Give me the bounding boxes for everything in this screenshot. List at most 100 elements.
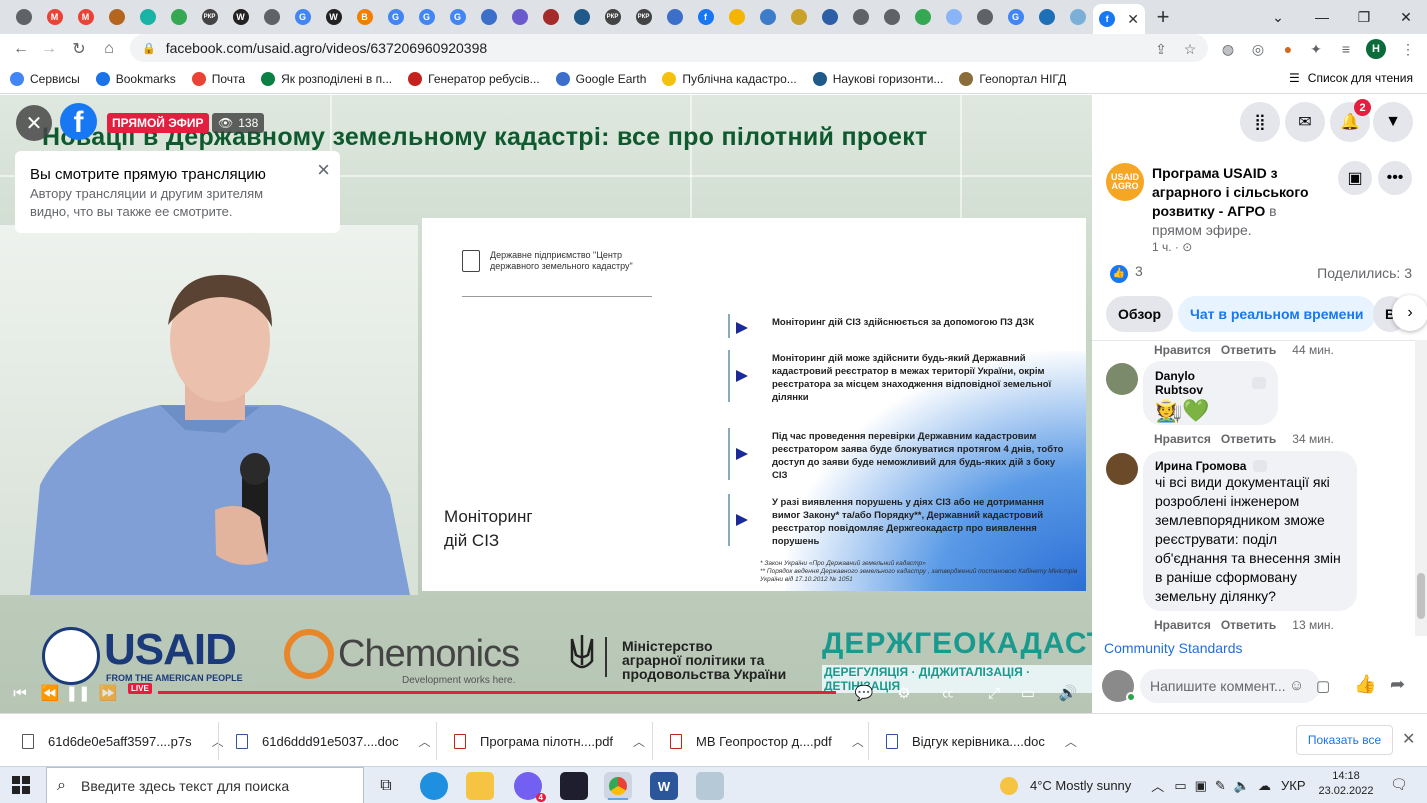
browser-tab[interactable]	[814, 0, 845, 34]
browser-tab[interactable]: W	[318, 0, 349, 34]
messenger-button[interactable]: ✉	[1285, 102, 1325, 142]
community-standards-link[interactable]: Community Standards	[1104, 640, 1243, 656]
like-comment-button[interactable]: Нравится	[1154, 343, 1211, 357]
address-bar[interactable]: 🔒 facebook.com/usaid.agro/videos/6372069…	[130, 34, 1208, 62]
browser-tab[interactable]: G	[442, 0, 473, 34]
taskbar-search[interactable]: ⌕ Введите здесь текст для поиска	[46, 767, 364, 803]
close-window-button[interactable]: ✕	[1384, 0, 1427, 34]
like-comment-button[interactable]: Нравится	[1154, 432, 1211, 446]
browser-tab[interactable]	[938, 0, 969, 34]
browser-tab[interactable]: G	[380, 0, 411, 34]
bookmark-item[interactable]: Генератор ребусів...	[408, 71, 540, 86]
like-comment-button[interactable]: Нравится	[1154, 618, 1211, 632]
video-player[interactable]: Новації в Державному земельному кадастрі…	[0, 95, 1092, 713]
browser-tab[interactable]	[504, 0, 535, 34]
page-avatar[interactable]: USAID AGRO	[1106, 163, 1144, 201]
browser-tab[interactable]: M	[70, 0, 101, 34]
browser-tab[interactable]	[969, 0, 1000, 34]
onedrive-icon[interactable]: ☁	[1258, 778, 1271, 794]
chevron-up-icon[interactable]: ︿	[852, 733, 864, 750]
like-button[interactable]: 👍	[1354, 674, 1376, 695]
download-item[interactable]: Відгук керівника....doc ︿	[886, 727, 1077, 755]
cookie-icon[interactable]: ●	[1278, 39, 1298, 59]
browser-tab[interactable]	[907, 0, 938, 34]
active-browser-tab[interactable]: f ✕	[1093, 4, 1145, 34]
fullscreen-button[interactable]: ⤢	[982, 681, 1006, 705]
browser-tab[interactable]	[473, 0, 504, 34]
close-downloads-button[interactable]: ✕	[1402, 729, 1415, 749]
network-icon[interactable]: ▣	[1195, 778, 1207, 794]
avatar[interactable]	[1106, 453, 1138, 485]
chevron-up-icon[interactable]: ︿	[419, 733, 431, 750]
pip-button[interactable]: ▭	[1016, 681, 1040, 705]
browser-tab[interactable]: G	[287, 0, 318, 34]
share-button[interactable]: ➦	[1390, 674, 1405, 695]
download-item[interactable]: 61d6ddd91e5037....doc ︿	[236, 727, 431, 755]
progress-bar[interactable]	[158, 691, 836, 694]
tab-overview[interactable]: Обзор	[1106, 296, 1174, 332]
more-options-button[interactable]: •••	[1378, 161, 1412, 195]
bookmark-item[interactable]: Як розподілені в п...	[261, 71, 392, 86]
media-controls-icon[interactable]: ≡	[1336, 39, 1356, 59]
browser-tab[interactable]	[783, 0, 814, 34]
clock[interactable]: 14:18 23.02.2022	[1316, 769, 1376, 799]
minimize-button[interactable]: —	[1300, 0, 1344, 34]
avatar[interactable]	[1106, 363, 1138, 395]
notification-center-button[interactable]: 🗨	[1390, 776, 1408, 793]
reload-button[interactable]: ↻	[64, 34, 94, 64]
chrome-taskbar-icon[interactable]	[604, 772, 632, 800]
task-view-button[interactable]: ⧉	[372, 772, 400, 800]
reply-button[interactable]: Ответить	[1221, 618, 1276, 632]
browser-tab[interactable]: G	[411, 0, 442, 34]
account-button[interactable]: ▼	[1373, 102, 1413, 142]
browser-tab[interactable]	[101, 0, 132, 34]
app-taskbar-icon[interactable]	[696, 772, 724, 800]
back-button[interactable]: ←	[6, 34, 36, 64]
volume-button[interactable]: 🔊	[1056, 681, 1080, 705]
download-item[interactable]: МВ Геопростор д....pdf ︿	[670, 727, 864, 755]
weather-icon[interactable]	[1000, 776, 1018, 795]
pause-button[interactable]: ❚❚	[65, 681, 90, 705]
extension-icon[interactable]: ◎	[1248, 39, 1268, 59]
profile-avatar[interactable]: Н	[1366, 39, 1386, 59]
pen-icon[interactable]: ✎	[1215, 778, 1226, 794]
skip-back-button[interactable]: ⏮	[8, 681, 32, 705]
close-video-button[interactable]: ✕	[16, 105, 52, 141]
shares-count[interactable]: Поделились: 3	[1317, 265, 1412, 281]
browser-tab[interactable]: B	[349, 0, 380, 34]
menu-button[interactable]: ⣿	[1240, 102, 1280, 142]
reply-button[interactable]: Ответить	[1221, 343, 1276, 357]
bookmark-item[interactable]: Bookmarks	[95, 71, 176, 86]
speaker-icon[interactable]: 🔈	[1234, 778, 1250, 794]
fast-forward-button[interactable]: ⏩	[96, 681, 120, 705]
comment-author[interactable]: Danylo Rubtsov	[1155, 369, 1266, 397]
reply-button[interactable]: Ответить	[1221, 432, 1276, 446]
battery-icon[interactable]: ▭	[1174, 778, 1186, 794]
home-button[interactable]: ⌂	[94, 34, 124, 64]
app-taskbar-icon[interactable]	[560, 772, 588, 800]
browser-tab[interactable]	[535, 0, 566, 34]
tab-search-button[interactable]: ⌄	[1256, 0, 1300, 34]
rewind-button[interactable]: ⏪	[38, 681, 62, 705]
captions-settings-button[interactable]: 💬	[852, 681, 876, 705]
chevron-up-icon[interactable]: ︿	[1065, 733, 1077, 750]
browser-menu-icon[interactable]: ⋮	[1398, 39, 1418, 59]
browser-tab[interactable]	[876, 0, 907, 34]
close-tab-button[interactable]: ✕	[1127, 11, 1139, 28]
browser-tab[interactable]: f	[690, 0, 721, 34]
maximize-button[interactable]: ❐	[1342, 0, 1386, 34]
show-all-downloads-button[interactable]: Показать все	[1296, 725, 1393, 755]
weather-text[interactable]: 4°C Mostly sunny	[1030, 778, 1131, 793]
bookmark-item[interactable]: Геопортал НІГД	[959, 71, 1066, 86]
windows-start-button[interactable]	[12, 776, 30, 794]
word-taskbar-icon[interactable]: W	[650, 772, 678, 800]
browser-tab[interactable]	[845, 0, 876, 34]
bookmark-item[interactable]: Наукові горизонти...	[812, 71, 943, 86]
page-name-link[interactable]: Програма USAID з аграрного і сільського …	[1152, 165, 1309, 219]
chevron-up-icon[interactable]: ︿	[633, 733, 645, 750]
extension-globe-icon[interactable]: ◍	[1218, 39, 1238, 59]
bookmark-item[interactable]: Публічна кадастро...	[662, 71, 797, 86]
file-explorer-taskbar-icon[interactable]	[466, 772, 494, 800]
edge-taskbar-icon[interactable]	[420, 772, 448, 800]
browser-tab[interactable]	[566, 0, 597, 34]
